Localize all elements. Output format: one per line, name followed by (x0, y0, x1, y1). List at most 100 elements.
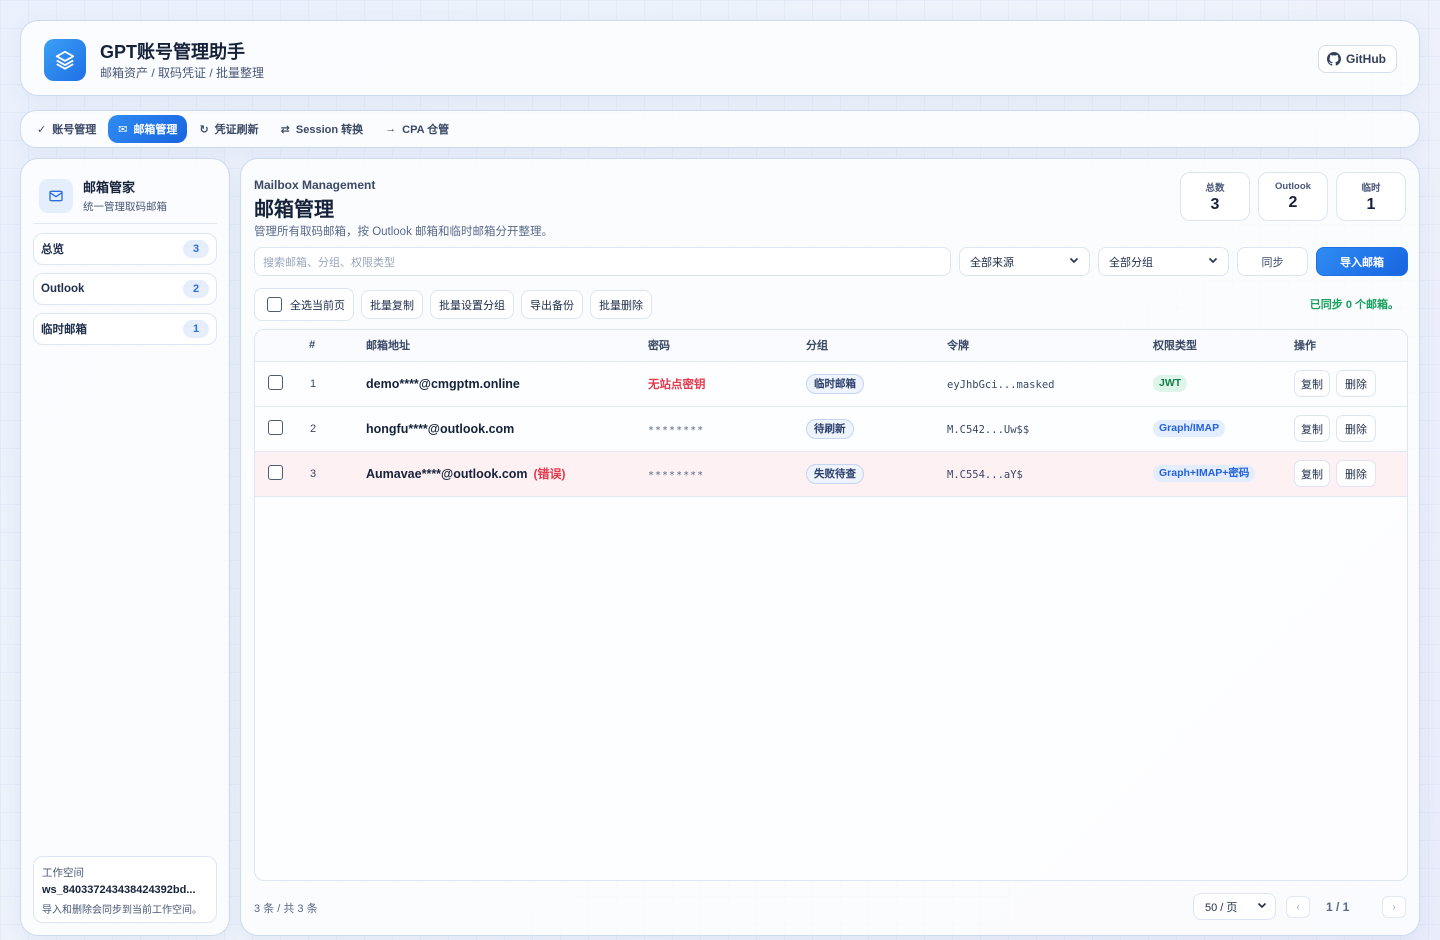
perm-badge: Graph+IMAP+密码 (1153, 465, 1256, 482)
sidebar-item-outlook[interactable]: Outlook 2 (33, 273, 217, 305)
mail-icon (39, 178, 73, 213)
row-password: ******** (648, 469, 705, 481)
search-input[interactable]: 搜索邮箱、分组、权限类型 (254, 247, 951, 276)
export-backup-button[interactable]: 导出备份 (521, 290, 583, 319)
workspace-label: 工作空间 (42, 867, 84, 879)
refresh-icon: ↻ (199, 123, 209, 136)
batch-toolbar: 全选当前页 批量复制 批量设置分组 导出备份 批量删除 (254, 288, 652, 321)
group-select[interactable]: 全部分组 (1098, 247, 1229, 276)
delete-button[interactable]: 删除 (1336, 415, 1376, 442)
group-select-value: 全部分组 (1109, 256, 1153, 269)
next-page-button[interactable]: › (1382, 896, 1406, 918)
batch-group-button[interactable]: 批量设置分组 (430, 290, 514, 319)
source-select[interactable]: 全部来源 (959, 247, 1090, 276)
row-password: 无站点密钥 (648, 378, 706, 391)
count-badge: 3 (183, 240, 209, 258)
sidebar-title: 邮箱管家 (83, 180, 136, 195)
sidebar-list: 总览 3 Outlook 2 临时邮箱 1 (33, 233, 217, 345)
page-title: 邮箱管理 (254, 199, 334, 221)
row-token: M.C542...Uw$$ (947, 423, 1030, 436)
error-label: (错误) (533, 467, 566, 481)
divider (33, 223, 217, 224)
batch-copy-button[interactable]: 批量复制 (361, 290, 423, 319)
sidebar-header: 邮箱管家 统一管理取码邮箱 (39, 177, 167, 214)
source-select-value: 全部来源 (970, 256, 1014, 269)
sync-button[interactable]: 同步 (1237, 247, 1308, 276)
copy-button[interactable]: 复制 (1294, 415, 1330, 442)
tab-label: 邮箱管理 (133, 124, 178, 136)
swap-icon: ⇄ (280, 123, 290, 136)
header-ops: 操作 (1294, 330, 1407, 362)
tab-credential-refresh[interactable]: ↻ 凭证刷新 (189, 115, 268, 143)
row-token: M.C554...aY$ (947, 468, 1023, 481)
sidebar-item-label: Outlook (41, 283, 85, 295)
stat-label: 临时 (1361, 182, 1381, 194)
row-checkbox[interactable] (268, 464, 283, 480)
batch-delete-button[interactable]: 批量删除 (590, 290, 652, 319)
group-tag: 失败待查 (806, 463, 864, 484)
stat-temp: 临时 1 (1336, 172, 1406, 221)
header-num: # (299, 330, 366, 362)
row-checkbox[interactable] (268, 374, 283, 390)
app-header: GPT账号管理助手 邮箱资产 / 取码凭证 / 批量整理 GitHub (20, 20, 1420, 96)
mailbox-table: # 邮箱地址 密码 分组 令牌 权限类型 操作 1 demo****@cmgpt… (254, 329, 1408, 881)
sidebar-item-temp-mail[interactable]: 临时邮箱 1 (33, 313, 217, 345)
page-info: 1 / 1 (1326, 900, 1350, 914)
row-email: demo****@cmgptm.online (366, 376, 520, 391)
header-password: 密码 (648, 330, 806, 362)
chevron-down-icon (1257, 900, 1267, 913)
chevron-down-icon (1069, 255, 1079, 268)
page-size-value: 50 / 页 (1205, 901, 1238, 914)
mail-icon: ✉ (118, 123, 128, 136)
stat-total: 总数 3 (1180, 172, 1250, 221)
stat-label: 总数 (1205, 182, 1225, 194)
workspace-panel: 工作空间 ws_840337243438424392bd... 导入和删除会同步… (33, 856, 217, 923)
github-icon (1327, 52, 1341, 66)
delete-button[interactable]: 删除 (1336, 460, 1376, 487)
header-group: 分组 (806, 330, 947, 362)
group-tag: 临时邮箱 (806, 373, 864, 394)
header-email: 邮箱地址 (366, 330, 648, 362)
tab-account-management[interactable]: ✓ 账号管理 (27, 115, 106, 143)
stats-row: 总数 3 Outlook 2 临时 1 (1180, 172, 1406, 221)
select-page-button[interactable]: 全选当前页 (254, 288, 354, 321)
row-checkbox[interactable] (268, 419, 283, 435)
tab-cpa-warehouse[interactable]: → CPA 仓管 (375, 115, 459, 143)
tab-session-convert[interactable]: ⇄ Session 转换 (271, 115, 373, 143)
page-size-select[interactable]: 50 / 页 (1193, 893, 1276, 920)
sidebar: 邮箱管家 统一管理取码邮箱 总览 3 Outlook 2 临时邮箱 1 工作空间… (20, 158, 230, 936)
copy-button[interactable]: 复制 (1294, 370, 1330, 397)
layers-icon (44, 39, 86, 81)
record-count: 3 条 / 共 3 条 (254, 903, 318, 915)
chevron-down-icon (1208, 255, 1218, 268)
checkbox[interactable] (267, 297, 282, 312)
sync-status: 已同步 0 个邮箱。 (1309, 299, 1399, 311)
stat-label: Outlook (1275, 181, 1311, 192)
table-row: 3 Aumavae****@outlook.com (错误) ******** 失… (255, 451, 1407, 497)
tab-label: 账号管理 (52, 124, 97, 136)
stat-value: 1 (1366, 195, 1376, 213)
row-num: 2 (299, 406, 366, 452)
table-row: 1 demo****@cmgptm.online 无站点密钥 临时邮箱 eyJh… (255, 361, 1407, 407)
sidebar-item-overview[interactable]: 总览 3 (33, 233, 217, 265)
check-icon: ✓ (37, 123, 47, 136)
tab-label: CPA 仓管 (402, 124, 450, 136)
tab-label: 凭证刷新 (214, 124, 259, 136)
prev-page-button[interactable]: ‹ (1286, 896, 1310, 918)
count-badge: 1 (183, 320, 209, 338)
tab-mailbox-management[interactable]: ✉ 邮箱管理 (108, 115, 188, 143)
arrow-right-icon: → (385, 123, 397, 135)
copy-button[interactable]: 复制 (1294, 460, 1330, 487)
stat-outlook: Outlook 2 (1258, 172, 1328, 221)
select-page-label: 全选当前页 (290, 299, 345, 312)
workspace-id: ws_840337243438424392bd... (42, 884, 196, 896)
perm-badge: Graph/IMAP (1153, 420, 1226, 437)
sidebar-item-label: 临时邮箱 (41, 324, 87, 336)
stat-value: 3 (1210, 195, 1220, 213)
delete-button[interactable]: 删除 (1336, 370, 1376, 397)
import-mailbox-button[interactable]: 导入邮箱 (1316, 247, 1408, 276)
main-panel: Mailbox Management 邮箱管理 管理所有取码邮箱，按 Outlo… (240, 158, 1420, 936)
github-button[interactable]: GitHub (1318, 45, 1397, 73)
workspace-note: 导入和删除会同步到当前工作空间。 (42, 905, 202, 916)
row-email: hongfu****@outlook.com (366, 421, 515, 436)
